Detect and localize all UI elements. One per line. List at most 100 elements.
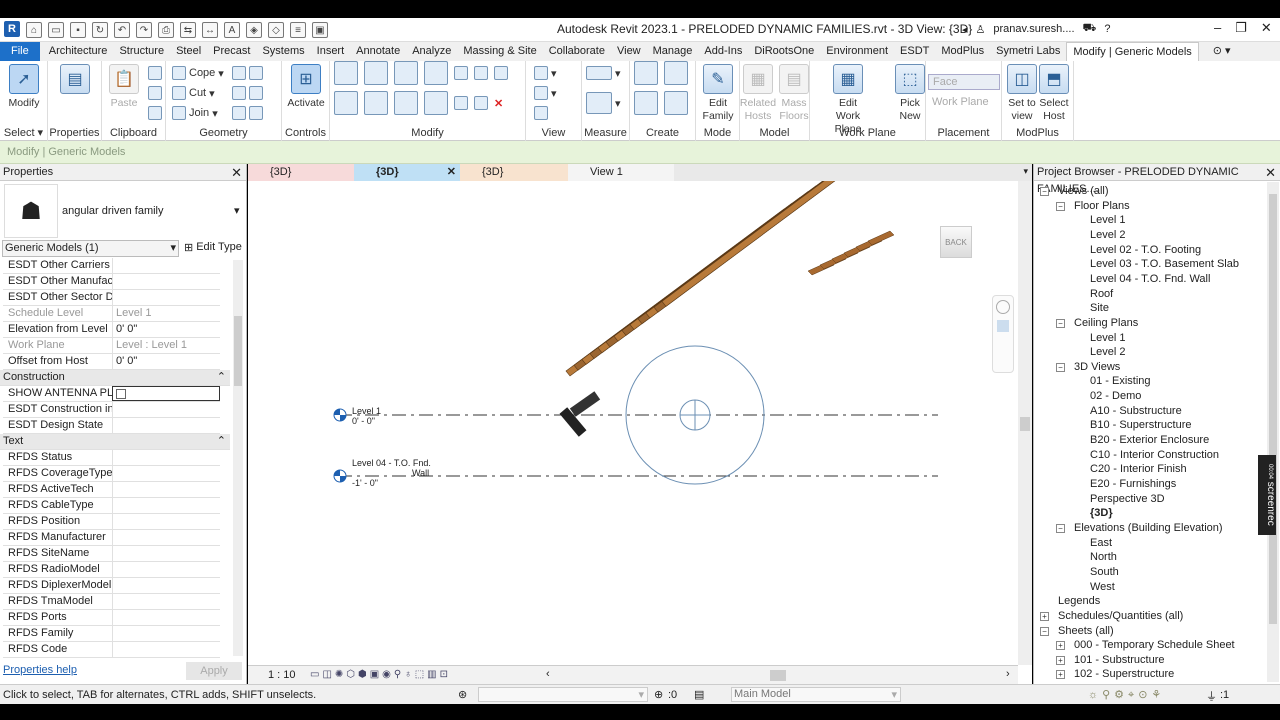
similar-icon[interactable] (664, 91, 688, 115)
browser-item[interactable]: South (1090, 565, 1119, 579)
view-tab-3d-1[interactable]: {3D} (248, 164, 354, 181)
worksets-icon[interactable]: ⊛ (458, 688, 467, 701)
browser-item[interactable]: Ceiling Plans (1074, 316, 1138, 330)
tabs-overflow-icon[interactable]: ▾ (1023, 166, 1028, 177)
view-scale[interactable]: 1 : 10 (268, 669, 296, 681)
selection-filter-icons[interactable]: ☼⚲⚙⌖⊙⚘ (1088, 688, 1165, 702)
offset-icon[interactable] (364, 61, 388, 85)
browser-item[interactable]: Perspective 3D (1090, 492, 1165, 506)
property-row[interactable]: RFDS Ports (3, 610, 220, 626)
view-tool-1[interactable]: ▾ (534, 65, 557, 81)
view-tab-3d-2-active[interactable]: {3D} ✕ (354, 164, 460, 181)
undo-icon[interactable]: ↶ (114, 22, 130, 38)
browser-item[interactable]: Sheets (all) (1058, 624, 1114, 638)
redo-icon[interactable]: ↷ (136, 22, 152, 38)
create-group-icon[interactable] (664, 61, 688, 85)
browser-item[interactable]: Level 03 - T.O. Basement Slab (1090, 257, 1239, 271)
property-value[interactable] (112, 290, 220, 305)
browser-item[interactable]: C10 - Interior Construction (1090, 448, 1219, 462)
property-value[interactable] (112, 578, 220, 593)
tab-structure[interactable]: Structure (113, 42, 170, 61)
minimize-icon[interactable]: – (1214, 20, 1221, 36)
browser-item[interactable]: Level 1 (1090, 213, 1125, 227)
property-row[interactable]: ESDT Other Manufact... (3, 274, 220, 290)
properties-button[interactable]: ▤ (55, 64, 95, 97)
view-tab-view-1[interactable]: View 1 (568, 164, 674, 181)
browser-item[interactable]: North (1090, 550, 1117, 564)
tree-toggle-icon[interactable]: − (1040, 187, 1049, 196)
browser-item[interactable]: Schedules/Quantities (all) (1058, 609, 1183, 623)
dimension-button[interactable]: ▾ (586, 92, 621, 114)
cart-icon[interactable]: ⛟ (1083, 22, 1097, 36)
browser-item[interactable]: Views (all) (1058, 184, 1109, 198)
browser-item[interactable]: Level 1 (1090, 331, 1125, 345)
browser-item[interactable]: West (1090, 580, 1115, 594)
property-group-header[interactable]: Text ⌃ (0, 434, 230, 450)
tab-steel[interactable]: Steel (170, 42, 207, 61)
editable-only-icon[interactable]: ⊕ (654, 688, 663, 701)
property-value[interactable] (112, 610, 220, 625)
edit-family-button[interactable]: ✎ Edit Family (698, 64, 738, 123)
geometry-tool-3[interactable] (232, 105, 263, 121)
select-host-button[interactable]: ⬒ Select Host (1034, 64, 1074, 123)
browser-item[interactable]: 3D Views (1074, 360, 1120, 374)
filter-icon[interactable]: ⏚ (1206, 688, 1217, 704)
view-tab-close-icon[interactable]: ✕ (447, 164, 456, 181)
browser-item[interactable]: 02 - Demo (1090, 389, 1141, 403)
tree-toggle-icon[interactable]: − (1056, 362, 1065, 372)
tab-massing-site[interactable]: Massing & Site (457, 42, 542, 61)
property-value[interactable] (112, 274, 220, 289)
print-icon[interactable]: ⎙ (158, 22, 174, 38)
app-logo[interactable]: R (4, 21, 20, 37)
thin-lines-icon[interactable]: ≡ (290, 22, 306, 38)
open-icon[interactable]: ▭ (48, 22, 64, 38)
property-row[interactable]: Schedule Level Level 1 (3, 306, 220, 322)
property-row[interactable]: RFDS CoverageType (3, 466, 220, 482)
tab-modplus[interactable]: ModPlus (935, 42, 990, 61)
tab-file[interactable]: File (0, 42, 40, 61)
level-04-label[interactable]: Level 04 - T.O. Fnd. Wall -1' - 0" (352, 458, 431, 488)
property-row[interactable]: ESDT Design State (3, 418, 220, 434)
collapse-arrow-icon[interactable]: ◂ (962, 23, 968, 36)
property-value[interactable] (112, 258, 220, 273)
section-icon[interactable]: ◇ (268, 22, 284, 38)
property-value[interactable] (112, 402, 220, 417)
face-option[interactable]: Face (928, 74, 1000, 90)
split-icon[interactable] (454, 66, 468, 80)
cope-button[interactable]: Cope ▾ (172, 65, 224, 81)
tab-view[interactable]: View (611, 42, 647, 61)
tree-toggle-icon[interactable]: − (1056, 201, 1065, 211)
property-row[interactable]: RFDS Status (3, 450, 220, 466)
property-row[interactable]: Elevation from Level 0' 0" (3, 322, 220, 338)
property-row[interactable]: SHOW ANTENNA PL... (3, 386, 220, 402)
scale-icon[interactable] (474, 96, 488, 110)
select-dropdown[interactable]: Select ▾ (0, 126, 47, 139)
copy-icon-button[interactable] (148, 85, 162, 101)
steering-wheel-icon[interactable] (996, 300, 1010, 314)
switch-windows-icon[interactable]: ▣ (312, 22, 328, 38)
copy-element-icon[interactable] (364, 91, 388, 115)
tab-add-ins[interactable]: Add-Ins (698, 42, 748, 61)
browser-item[interactable]: A10 - Substructure (1090, 404, 1182, 418)
align-icon[interactable] (334, 61, 358, 85)
match-type-button[interactable] (148, 105, 162, 121)
h-scroll-thumb[interactable] (770, 670, 786, 681)
mass-floors-button[interactable]: ▤ Mass Floors (774, 64, 814, 123)
browser-item[interactable]: Roof (1090, 287, 1113, 301)
user-icon[interactable]: ♙ (976, 23, 986, 36)
tree-toggle-icon[interactable]: − (1040, 626, 1049, 636)
view-tool-3[interactable] (534, 105, 548, 121)
split-gap-icon[interactable] (474, 66, 488, 80)
user-name[interactable]: pranav.suresh.... (993, 23, 1074, 35)
properties-help-link[interactable]: Properties help (3, 664, 77, 676)
property-value[interactable] (112, 498, 220, 513)
geometry-tool-2[interactable] (232, 85, 263, 101)
tab-environment[interactable]: Environment (820, 42, 894, 61)
ribbon-toggle[interactable]: ⊙ ▾ (1207, 42, 1237, 61)
property-value[interactable] (112, 514, 220, 529)
type-selector-dropdown[interactable]: ▾ (234, 204, 240, 217)
join-button[interactable]: Join ▾ (172, 105, 218, 121)
geometry-tool-1[interactable] (232, 65, 263, 81)
activate-button[interactable]: ⊞ Activate (286, 64, 326, 110)
tab-precast[interactable]: Precast (207, 42, 256, 61)
